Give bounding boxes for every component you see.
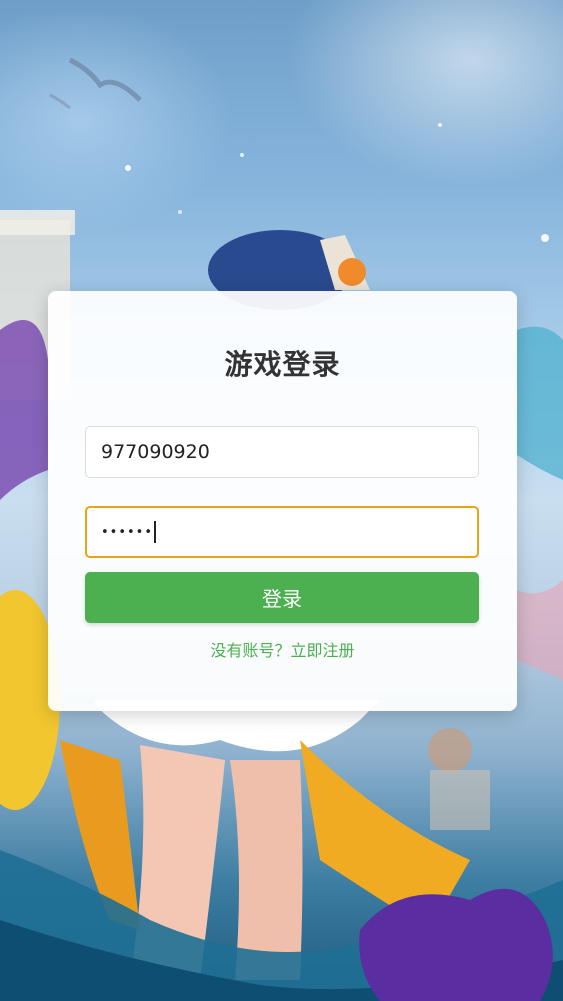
username-input[interactable]: 977090920 bbox=[85, 426, 479, 478]
password-masked-value: •••••• bbox=[101, 524, 154, 540]
password-input[interactable]: •••••• bbox=[85, 506, 479, 558]
username-value: 977090920 bbox=[101, 441, 210, 463]
login-title: 游戏登录 bbox=[224, 348, 341, 381]
login-card: 游戏登录 977090920 •••••• 登录 没有账号？立即注册 bbox=[48, 291, 517, 711]
login-button[interactable]: 登录 bbox=[85, 572, 479, 623]
text-caret bbox=[154, 521, 156, 543]
login-button-label: 登录 bbox=[262, 587, 302, 611]
register-link[interactable]: 没有账号？立即注册 bbox=[48, 637, 517, 661]
